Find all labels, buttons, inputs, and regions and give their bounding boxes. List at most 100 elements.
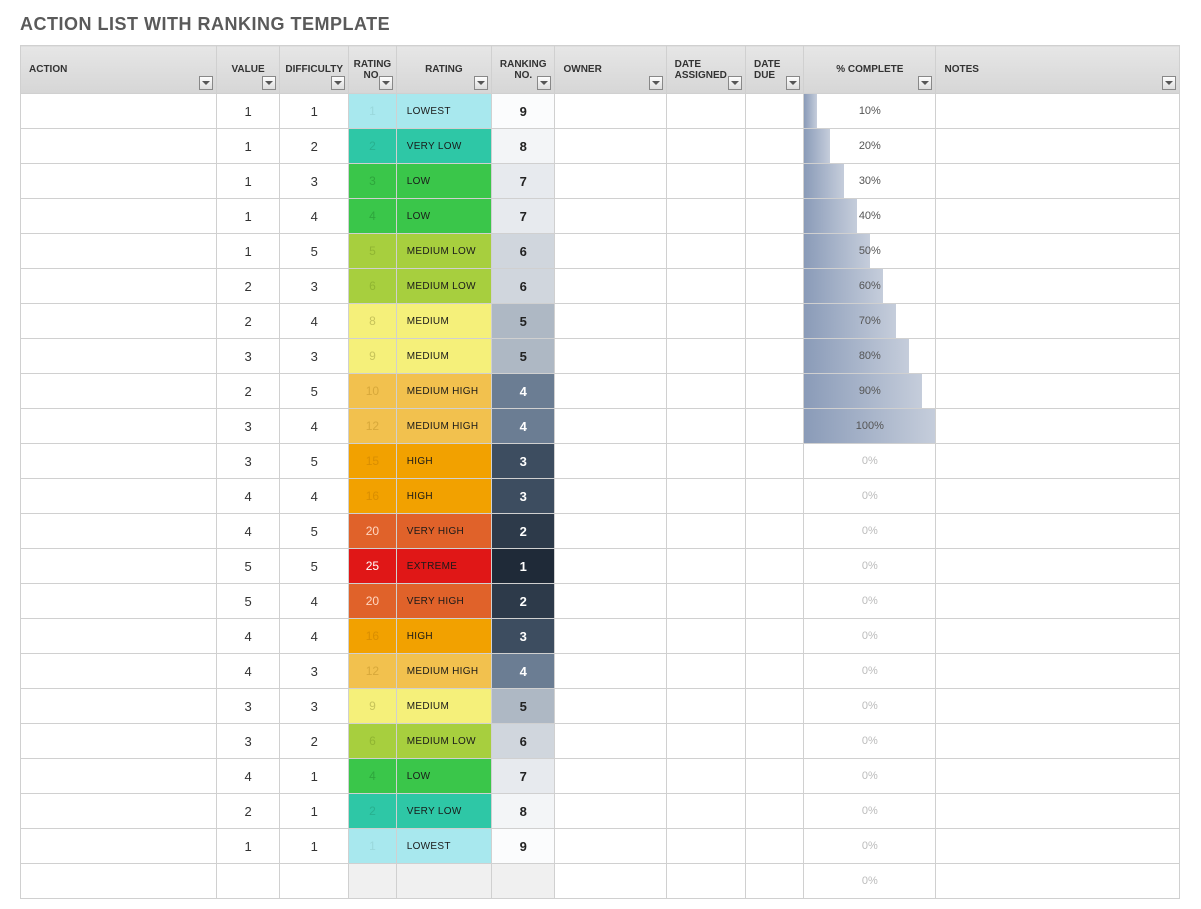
cell-notes[interactable] — [936, 759, 1180, 794]
cell-owner[interactable] — [555, 619, 666, 654]
cell-action[interactable] — [21, 549, 217, 584]
cell-pct-complete[interactable]: 0% — [804, 619, 936, 654]
cell-date-assigned[interactable] — [666, 759, 745, 794]
cell-value[interactable]: 1 — [216, 164, 280, 199]
cell-owner[interactable] — [555, 339, 666, 374]
cell-action[interactable] — [21, 689, 217, 724]
cell-date-due[interactable] — [745, 164, 803, 199]
cell-date-assigned[interactable] — [666, 374, 745, 409]
cell-date-due[interactable] — [745, 759, 803, 794]
cell-action[interactable] — [21, 234, 217, 269]
cell-owner[interactable] — [555, 129, 666, 164]
cell-notes[interactable] — [936, 829, 1180, 864]
cell-action[interactable] — [21, 759, 217, 794]
cell-value[interactable]: 2 — [216, 794, 280, 829]
cell-action[interactable] — [21, 199, 217, 234]
cell-action[interactable] — [21, 514, 217, 549]
cell-date-due[interactable] — [745, 444, 803, 479]
cell-notes[interactable] — [936, 409, 1180, 444]
cell-notes[interactable] — [936, 339, 1180, 374]
cell-date-assigned[interactable] — [666, 234, 745, 269]
cell-date-assigned[interactable] — [666, 444, 745, 479]
cell-notes[interactable] — [936, 94, 1180, 129]
cell-owner[interactable] — [555, 479, 666, 514]
cell-difficulty[interactable]: 5 — [280, 514, 349, 549]
cell-date-due[interactable] — [745, 304, 803, 339]
cell-owner[interactable] — [555, 269, 666, 304]
cell-difficulty[interactable]: 5 — [280, 444, 349, 479]
cell-owner[interactable] — [555, 409, 666, 444]
cell-difficulty[interactable]: 4 — [280, 199, 349, 234]
cell-owner[interactable] — [555, 199, 666, 234]
cell-value[interactable]: 5 — [216, 549, 280, 584]
cell-date-assigned[interactable] — [666, 94, 745, 129]
cell-owner[interactable] — [555, 444, 666, 479]
cell-notes[interactable] — [936, 164, 1180, 199]
cell-date-due[interactable] — [745, 794, 803, 829]
cell-owner[interactable] — [555, 759, 666, 794]
cell-pct-complete[interactable]: 30% — [804, 164, 936, 199]
filter-dropdown-icon[interactable] — [1162, 76, 1176, 90]
cell-date-assigned[interactable] — [666, 199, 745, 234]
cell-pct-complete[interactable]: 80% — [804, 339, 936, 374]
cell-value[interactable]: 3 — [216, 339, 280, 374]
cell-notes[interactable] — [936, 864, 1180, 899]
cell-value[interactable]: 1 — [216, 829, 280, 864]
cell-date-assigned[interactable] — [666, 724, 745, 759]
cell-action[interactable] — [21, 619, 217, 654]
cell-pct-complete[interactable]: 0% — [804, 759, 936, 794]
cell-pct-complete[interactable]: 0% — [804, 654, 936, 689]
cell-value[interactable]: 4 — [216, 759, 280, 794]
cell-notes[interactable] — [936, 269, 1180, 304]
filter-dropdown-icon[interactable] — [786, 76, 800, 90]
cell-owner[interactable] — [555, 94, 666, 129]
cell-date-assigned[interactable] — [666, 619, 745, 654]
cell-value[interactable]: 3 — [216, 444, 280, 479]
cell-date-assigned[interactable] — [666, 339, 745, 374]
cell-difficulty[interactable]: 4 — [280, 584, 349, 619]
cell-difficulty[interactable]: 1 — [280, 759, 349, 794]
cell-owner[interactable] — [555, 584, 666, 619]
cell-pct-complete[interactable]: 100% — [804, 409, 936, 444]
cell-difficulty[interactable]: 1 — [280, 829, 349, 864]
filter-dropdown-icon[interactable] — [474, 76, 488, 90]
filter-dropdown-icon[interactable] — [379, 76, 393, 90]
cell-difficulty[interactable]: 4 — [280, 409, 349, 444]
cell-difficulty[interactable] — [280, 864, 349, 899]
cell-difficulty[interactable]: 3 — [280, 654, 349, 689]
cell-notes[interactable] — [936, 444, 1180, 479]
cell-pct-complete[interactable]: 50% — [804, 234, 936, 269]
cell-value[interactable]: 3 — [216, 724, 280, 759]
cell-date-assigned[interactable] — [666, 409, 745, 444]
cell-difficulty[interactable]: 5 — [280, 549, 349, 584]
cell-notes[interactable] — [936, 234, 1180, 269]
cell-date-due[interactable] — [745, 234, 803, 269]
cell-difficulty[interactable]: 5 — [280, 234, 349, 269]
cell-action[interactable] — [21, 374, 217, 409]
cell-date-assigned[interactable] — [666, 689, 745, 724]
cell-value[interactable]: 1 — [216, 199, 280, 234]
cell-date-due[interactable] — [745, 199, 803, 234]
filter-dropdown-icon[interactable] — [537, 76, 551, 90]
cell-difficulty[interactable]: 4 — [280, 619, 349, 654]
cell-owner[interactable] — [555, 689, 666, 724]
cell-action[interactable] — [21, 269, 217, 304]
cell-notes[interactable] — [936, 304, 1180, 339]
cell-pct-complete[interactable]: 60% — [804, 269, 936, 304]
cell-value[interactable]: 4 — [216, 619, 280, 654]
cell-difficulty[interactable]: 4 — [280, 479, 349, 514]
cell-date-assigned[interactable] — [666, 129, 745, 164]
cell-notes[interactable] — [936, 689, 1180, 724]
cell-date-assigned[interactable] — [666, 654, 745, 689]
cell-action[interactable] — [21, 164, 217, 199]
cell-owner[interactable] — [555, 514, 666, 549]
cell-pct-complete[interactable]: 0% — [804, 444, 936, 479]
cell-date-due[interactable] — [745, 864, 803, 899]
cell-date-due[interactable] — [745, 374, 803, 409]
cell-pct-complete[interactable]: 70% — [804, 304, 936, 339]
cell-difficulty[interactable]: 3 — [280, 689, 349, 724]
cell-owner[interactable] — [555, 549, 666, 584]
cell-difficulty[interactable]: 5 — [280, 374, 349, 409]
cell-date-assigned[interactable] — [666, 164, 745, 199]
cell-date-due[interactable] — [745, 724, 803, 759]
